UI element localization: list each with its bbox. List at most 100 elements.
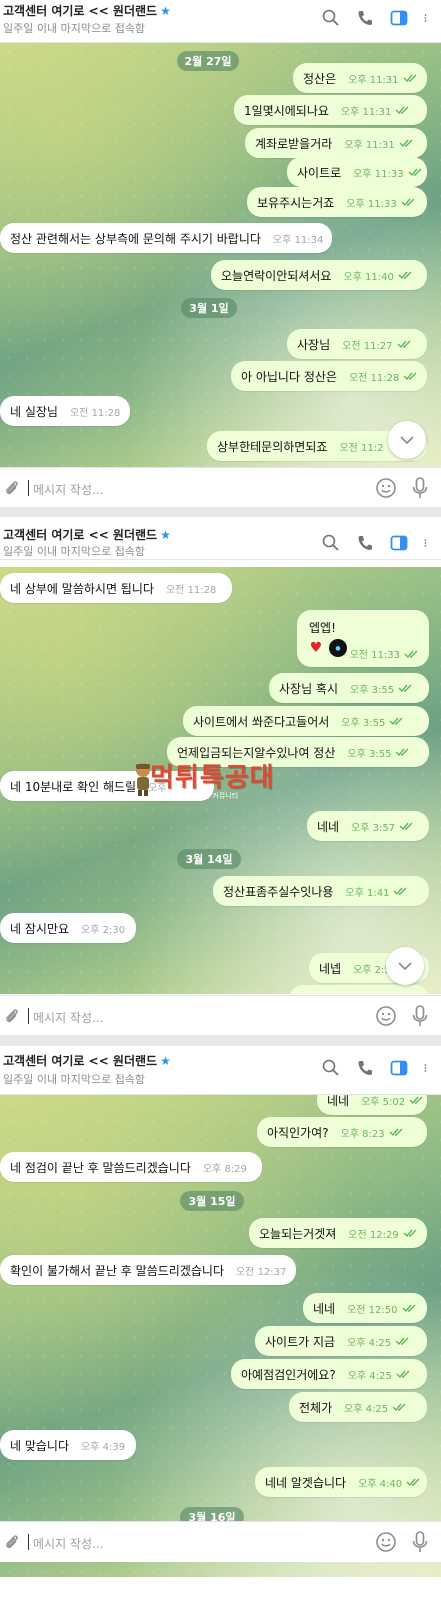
outgoing-message[interactable]: 오늘되는거겟져 오전 12:29 — [249, 1218, 427, 1248]
scroll-down-button[interactable] — [388, 421, 426, 459]
outgoing-message[interactable]: 아예점검인거에요? 오후 4:25 — [231, 1359, 427, 1389]
last-seen-status: 일주일 이내 마지막으로 접속함 — [3, 22, 146, 35]
phone-icon[interactable] — [355, 533, 375, 553]
emoji-icon[interactable] — [375, 1005, 397, 1027]
outgoing-message[interactable] — [289, 985, 429, 994]
search-icon[interactable] — [321, 8, 341, 28]
read-ticks-icon — [395, 106, 410, 114]
outgoing-message[interactable]: 엡엡! ♥ ● 오전 11:33 — [297, 610, 429, 667]
emoji-icon[interactable] — [375, 1531, 397, 1553]
outgoing-message[interactable]: 정산은 오후 11:31 — [293, 63, 427, 93]
outgoing-message[interactable]: 전체가 오후 4:25 — [289, 1392, 427, 1422]
chat-header: 고객센터 여기로 << 원더랜드 ★ 일주일 이내 마지막으로 접속함 — [0, 1046, 441, 1095]
sidebar-toggle-icon[interactable] — [389, 1058, 409, 1078]
message-input[interactable]: 메시지 작성... — [33, 481, 103, 498]
emoji-icon[interactable] — [375, 477, 397, 499]
outgoing-message[interactable]: 사이트에서 쏴준다고들어서 오후 3:55 — [183, 706, 429, 736]
outgoing-message[interactable]: 네네 오전 12:50 — [303, 1293, 427, 1323]
text-cursor — [28, 1008, 29, 1024]
outgoing-message[interactable]: 아 아닙니다 정산은 오전 11:28 — [231, 361, 427, 391]
attach-icon[interactable] — [2, 1532, 22, 1552]
phone-icon[interactable] — [355, 1058, 375, 1078]
read-ticks-icon — [398, 684, 412, 692]
outgoing-message[interactable]: 네네 오후 3:57 — [307, 811, 429, 841]
outgoing-message[interactable]: 정산표좀주실수잇나용 오후 1:41 — [213, 876, 429, 906]
chat-screenshot-1: 고객센터 여기로 << 원더랜드 ★ 일주일 이내 마지막으로 접속함 2월 27… — [0, 0, 441, 507]
outgoing-message[interactable]: 사장님 혹시 오후 3:55 — [269, 673, 429, 703]
scroll-down-button[interactable] — [386, 947, 424, 985]
read-ticks-icon — [402, 1229, 417, 1237]
message-input[interactable]: 메시지 작성... — [33, 1009, 103, 1026]
reactions[interactable]: ♥ ● — [307, 639, 347, 657]
outgoing-message[interactable]: 네네 알겟습니다 오후 4:40 — [255, 1467, 427, 1497]
sidebar-toggle-icon[interactable] — [389, 8, 409, 28]
chat-title[interactable]: 고객센터 여기로 << 원더랜드 ★ — [3, 1052, 171, 1069]
incoming-message[interactable]: 확인이 불가해서 끝난 후 말씀드리겠습니다 오전 12:37 — [0, 1255, 296, 1285]
heart-reaction-icon[interactable]: ♥ — [307, 639, 325, 657]
more-icon[interactable] — [423, 8, 433, 28]
read-ticks-icon — [396, 340, 411, 348]
incoming-message[interactable]: 네 맞습니다 오후 4:39 — [0, 1430, 136, 1460]
date-separator: 3월 14일 — [177, 849, 241, 869]
read-ticks-icon — [388, 1128, 403, 1136]
attach-icon[interactable] — [2, 1006, 22, 1026]
read-ticks-icon — [401, 1304, 416, 1312]
incoming-message[interactable]: 네 점검이 끝난 후 말씀드리겠습니다 오후 8:29 — [0, 1152, 262, 1182]
incoming-message[interactable]: 네 상부에 말씀하시면 됩니다 오전 11:28 — [0, 573, 232, 603]
incoming-message[interactable]: 네 실장님 오전 11:28 — [0, 396, 130, 426]
chat-area: 네네 오후 5:02 아직인가여? 오후 8:23 네 점검이 끝난 후 말씀드리겠… — [0, 1095, 441, 1577]
read-ticks-icon — [402, 74, 417, 82]
message-composer: 메시지 작성... — [0, 1521, 441, 1562]
read-ticks-icon — [389, 717, 404, 725]
incoming-message[interactable]: 네 잠시만요 오후 2:30 — [0, 913, 136, 943]
chat-header: 고객센터 여기로 << 원더랜드 ★ 일주일 이내 마지막으로 접속함 — [0, 0, 441, 43]
outgoing-message[interactable]: 네네 오후 5:02 — [317, 1095, 427, 1115]
attach-icon[interactable] — [2, 478, 22, 498]
read-ticks-icon — [407, 168, 422, 176]
outgoing-message[interactable]: 1일몇시에되나요 오후 11:31 — [234, 95, 427, 125]
read-ticks-icon — [404, 649, 418, 658]
chat-title[interactable]: 고객센터 여기로 << 원더랜드 ★ — [3, 2, 171, 19]
more-icon[interactable] — [423, 533, 433, 553]
text-cursor — [28, 480, 29, 496]
outgoing-message[interactable]: 아직인가여? 오후 8:23 — [257, 1117, 427, 1147]
watermark-logo: 먹튀특공대 국내 최대 먹튀 검증 커뮤니티 — [130, 757, 310, 803]
chat-title[interactable]: 고객센터 여기로 << 원더랜드 ★ — [3, 526, 171, 543]
date-separator: 2월 27일 — [177, 51, 239, 71]
read-ticks-icon — [398, 271, 412, 279]
search-icon[interactable] — [321, 1058, 341, 1078]
search-icon[interactable] — [321, 533, 341, 553]
chat-area: 2월 27일 정산은 오후 11:31 1일몇시에되나요 오후 11:31 계좌로받… — [0, 43, 441, 467]
read-ticks-icon — [400, 198, 415, 206]
read-ticks-icon — [395, 1337, 409, 1345]
date-separator: 3월 1일 — [181, 298, 237, 318]
outgoing-message[interactable]: 보유주시는거죠 오후 11:33 — [247, 187, 427, 217]
incoming-message[interactable]: 정산 관련해서는 상부측에 문의해 주시기 바랍니다 오후 11:34 — [0, 223, 332, 253]
read-ticks-icon — [403, 372, 418, 380]
microphone-icon[interactable] — [411, 476, 429, 500]
message-composer: 메시지 작성... — [0, 995, 441, 1035]
microphone-icon[interactable] — [411, 1530, 429, 1554]
outgoing-message[interactable]: 사이트가 지금 오후 4:25 — [255, 1326, 427, 1356]
more-icon[interactable] — [423, 1058, 433, 1078]
read-ticks-icon — [406, 1478, 420, 1486]
outgoing-message[interactable]: 사장님 오전 11:27 — [287, 329, 427, 359]
outgoing-message[interactable]: 계좌로받을거라 오후 11:31 — [245, 128, 427, 158]
outgoing-message[interactable]: 오늘연락이안되셔서요 오후 11:40 — [211, 260, 427, 290]
text-cursor — [28, 1534, 29, 1550]
watermark-title: 먹튀특공대 — [150, 763, 275, 793]
read-ticks-icon — [393, 887, 408, 895]
message-composer: 메시지 작성... — [0, 467, 441, 507]
read-ticks-icon — [399, 822, 413, 830]
chevron-down-icon — [400, 436, 414, 445]
sidebar-toggle-icon[interactable] — [389, 533, 409, 553]
star-icon: ★ — [160, 1054, 171, 1068]
microphone-icon[interactable] — [411, 1004, 429, 1028]
outgoing-message[interactable]: 사이트로 오후 11:33 — [287, 157, 427, 187]
read-ticks-icon — [396, 1370, 410, 1378]
message-input[interactable]: 메시지 작성... — [33, 1535, 103, 1552]
watermark-subtitle: 국내 최대 먹튀 검증 커뮤니티 — [152, 792, 239, 800]
date-separator: 3월 15일 — [180, 1191, 244, 1211]
star-icon: ★ — [160, 4, 171, 18]
phone-icon[interactable] — [355, 8, 375, 28]
